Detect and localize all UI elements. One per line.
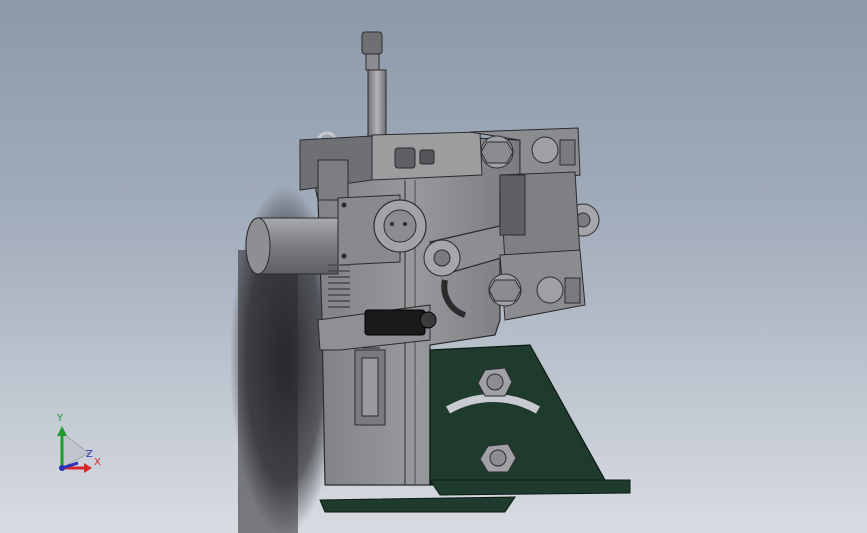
z-axis-label: Z xyxy=(86,449,93,460)
x-axis-label: X xyxy=(94,457,101,468)
triad-origin xyxy=(59,465,65,471)
x-axis-arrow xyxy=(84,463,92,473)
reference-triad xyxy=(57,426,92,473)
y-axis-arrow xyxy=(57,426,67,436)
guide-rod xyxy=(361,31,387,141)
y-axis-label: Y xyxy=(57,413,64,424)
cad-model[interactable] xyxy=(0,0,867,533)
graphics-viewport[interactable]: Y Z X xyxy=(0,0,867,533)
